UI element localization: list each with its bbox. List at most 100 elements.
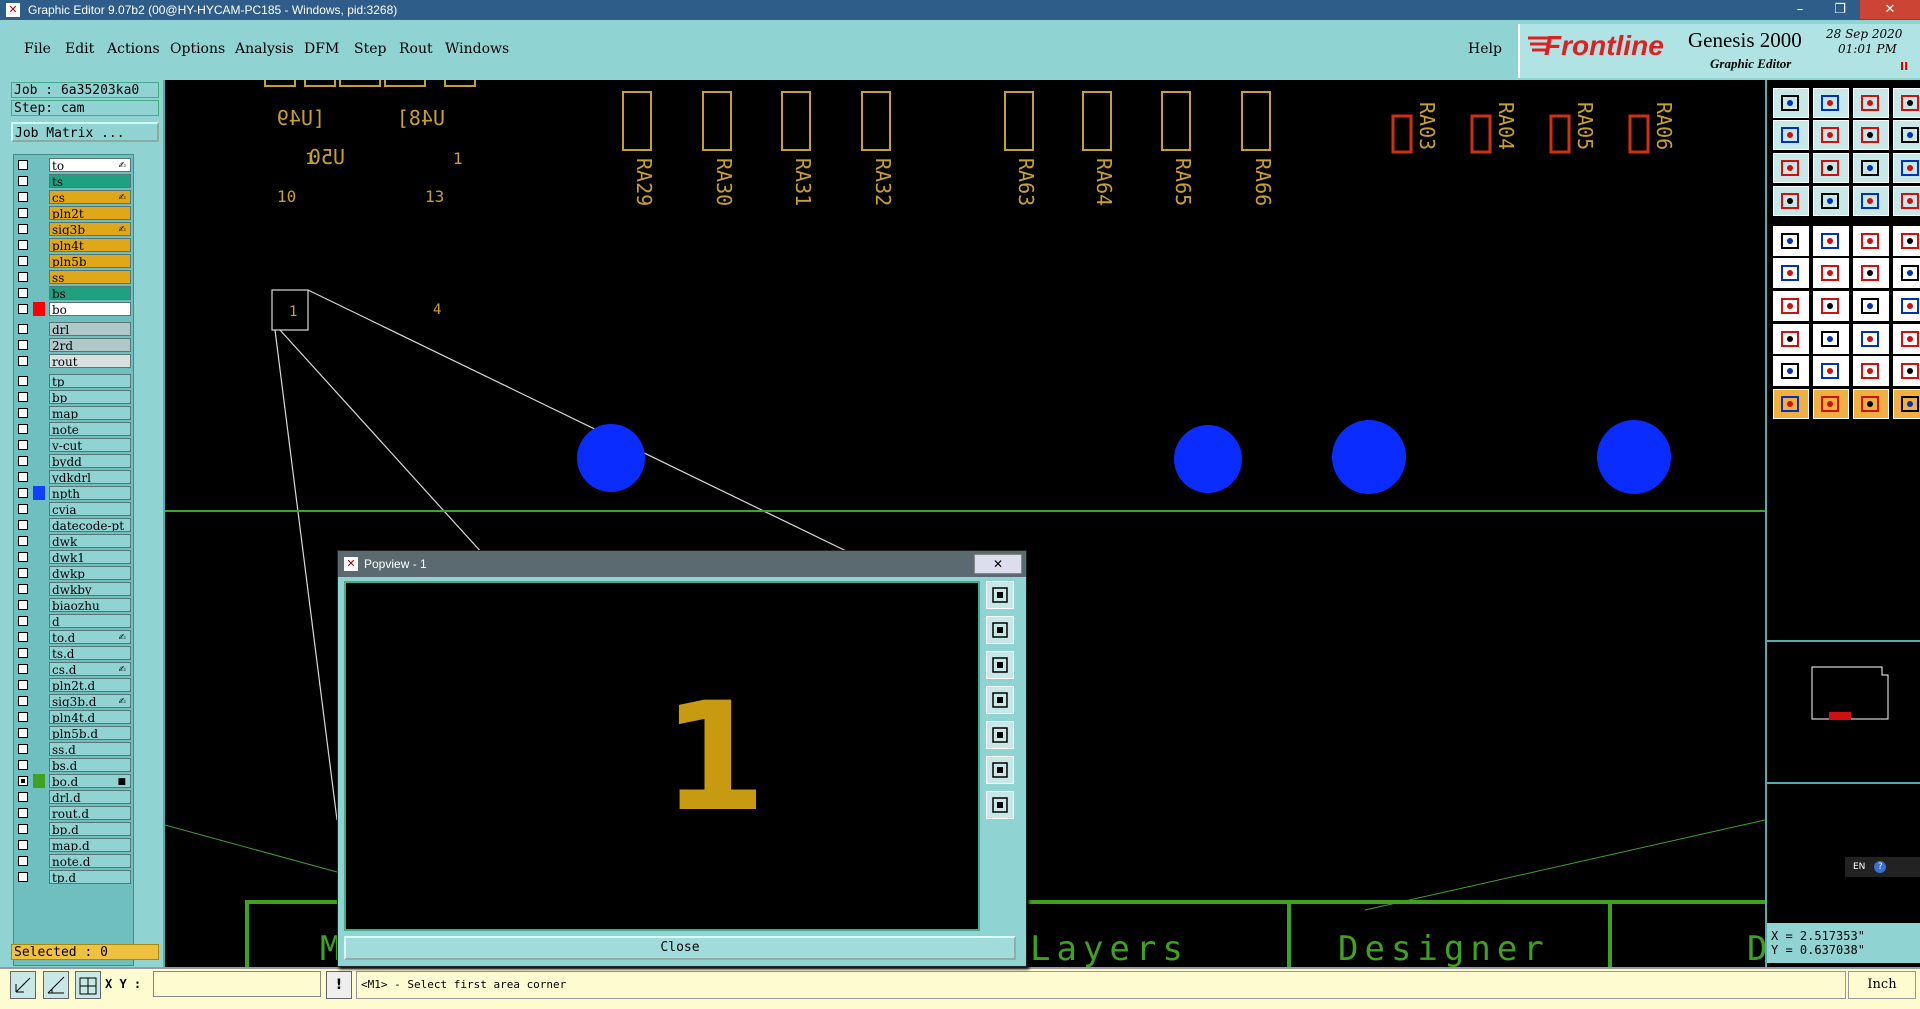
grid-toggle-icon[interactable] [1813, 186, 1849, 216]
pv-zoom-out-icon[interactable] [986, 651, 1014, 679]
layer-row-cs.d[interactable]: cs.d ✍ [14, 661, 133, 677]
drc-icon[interactable] [1893, 186, 1920, 216]
zoom-page-icon[interactable] [1853, 120, 1889, 150]
layer-row-dwk[interactable]: dwk [14, 533, 133, 549]
home-icon[interactable] [1853, 88, 1889, 118]
menu-edit[interactable]: Edit [65, 41, 94, 57]
select-extra-icon[interactable] [1893, 389, 1920, 419]
layer-checkbox[interactable] [18, 324, 28, 334]
popview-viewport[interactable]: 1 [344, 581, 980, 931]
layer-settings-icon[interactable] [1773, 186, 1809, 216]
popview-title-bar[interactable]: ✕ Popview - 1 ✕ [338, 551, 1026, 577]
layer-checkbox[interactable] [18, 256, 28, 266]
layer-checkbox[interactable] [18, 224, 28, 234]
text-a2-icon[interactable] [1853, 356, 1889, 386]
layer-checkbox[interactable] [18, 272, 28, 282]
layer-row-note.d[interactable]: note.d [14, 853, 133, 869]
split-icon[interactable] [1893, 291, 1920, 321]
layer-row-pln5b[interactable]: pln5b [14, 253, 133, 269]
grid-button[interactable] [75, 971, 101, 999]
layer-row-biaozhu[interactable]: biaozhu [14, 597, 133, 613]
route-icon[interactable] [1853, 258, 1889, 288]
menu-windows[interactable]: Windows [445, 41, 509, 57]
layer-checkbox[interactable] [18, 680, 28, 690]
layer-row-bp.d[interactable]: bp.d [14, 821, 133, 837]
pv-pan-right-icon[interactable] [986, 721, 1014, 749]
layer-checkbox[interactable] [18, 240, 28, 250]
menu-step[interactable]: Step [354, 41, 386, 57]
layer-checkbox[interactable] [18, 456, 28, 466]
layer-checkbox[interactable] [18, 356, 28, 366]
layer-checkbox[interactable] [18, 488, 28, 498]
layer-checkbox[interactable] [18, 424, 28, 434]
layer-row-bo.d[interactable]: bo.d ■ [14, 773, 133, 789]
layer-checkbox[interactable] [18, 520, 28, 530]
close-window-button[interactable]: ✕ [1860, 0, 1920, 19]
minimize-button[interactable]: – [1780, 0, 1820, 19]
layer-row-2rd[interactable]: 2rd [14, 337, 133, 353]
layer-checkbox[interactable] [18, 584, 28, 594]
layer-checkbox[interactable] [18, 648, 28, 658]
layer-row-pln4t[interactable]: pln4t [14, 237, 133, 253]
layer-row-v-cut[interactable]: v-cut [14, 437, 133, 453]
route-extra-icon[interactable] [1893, 258, 1920, 288]
layer-checkbox[interactable] [18, 472, 28, 482]
layer-checkbox[interactable] [18, 616, 28, 626]
layer-row-dwkp[interactable]: dwkp [14, 565, 133, 581]
layer-row-ss.d[interactable]: ss.d [14, 741, 133, 757]
layer-row-pln2t[interactable]: pln2t [14, 205, 133, 221]
ruler-box-icon[interactable] [1853, 324, 1889, 354]
layer-checkbox[interactable] [18, 856, 28, 866]
layer-checkbox[interactable] [18, 840, 28, 850]
dash-line-icon[interactable] [1813, 324, 1849, 354]
text-a-icon[interactable] [1813, 356, 1849, 386]
xy-input[interactable] [153, 971, 321, 997]
layer-checkbox[interactable] [18, 536, 28, 546]
text-a3-icon[interactable] [1893, 356, 1920, 386]
select-area-icon[interactable] [1813, 389, 1849, 419]
layer-checkbox[interactable] [18, 776, 28, 786]
pv-center-icon[interactable] [986, 791, 1014, 819]
layer-row-datecode-pt[interactable]: datecode-pt [14, 517, 133, 533]
layer-checkbox[interactable] [18, 504, 28, 514]
undo-icon[interactable] [1773, 120, 1809, 150]
layer-row-tp[interactable]: tp [14, 373, 133, 389]
language-indicator[interactable]: EN ? [1845, 857, 1920, 877]
layer-checkbox[interactable] [18, 160, 28, 170]
layer-checkbox[interactable] [18, 760, 28, 770]
popview-close-x[interactable]: ✕ [974, 554, 1022, 574]
connect-icon[interactable] [1773, 258, 1809, 288]
layer-row-pln5b.d[interactable]: pln5b.d [14, 725, 133, 741]
zoom-out-icon[interactable] [1813, 153, 1849, 183]
layer-checkbox[interactable] [18, 408, 28, 418]
layer-row-rout[interactable]: rout [14, 353, 133, 369]
layer-checkbox[interactable] [18, 552, 28, 562]
menu-file[interactable]: File [24, 41, 51, 57]
layer-checkbox[interactable] [18, 824, 28, 834]
net-icon[interactable] [1853, 186, 1889, 216]
menu-analysis[interactable]: Analysis [235, 41, 294, 57]
layer-row-dwk1[interactable]: dwk1 [14, 549, 133, 565]
layer-row-bs.d[interactable]: bs.d [14, 757, 133, 773]
layer-row-pln2t.d[interactable]: pln2t.d [14, 677, 133, 693]
layer-row-cvia[interactable]: cvia [14, 501, 133, 517]
tool-extra-2-icon[interactable] [1893, 120, 1920, 150]
redo-icon[interactable] [1813, 120, 1849, 150]
layer-row-ydkdrl[interactable]: ydkdrl [14, 469, 133, 485]
layer-row-dwkby[interactable]: dwkby [14, 581, 133, 597]
layer-checkbox[interactable] [18, 288, 28, 298]
tool-extra-1-icon[interactable] [1893, 88, 1920, 118]
layer-row-ts.d[interactable]: ts.d [14, 645, 133, 661]
pv-pan-left-icon[interactable] [986, 686, 1014, 714]
layer-row-bydd[interactable]: bydd [14, 453, 133, 469]
layer-checkbox[interactable] [18, 600, 28, 610]
layer-row-to.d[interactable]: to.d ✍ [14, 629, 133, 645]
layer-checkbox[interactable] [18, 712, 28, 722]
line-angle-icon[interactable] [1773, 291, 1809, 321]
layer-checkbox[interactable] [18, 744, 28, 754]
layer-row-note[interactable]: note [14, 421, 133, 437]
layer-row-map[interactable]: map [14, 405, 133, 421]
add-line-icon[interactable] [1813, 226, 1849, 256]
layer-checkbox[interactable] [18, 792, 28, 802]
menu-help[interactable]: Help [1468, 41, 1502, 57]
